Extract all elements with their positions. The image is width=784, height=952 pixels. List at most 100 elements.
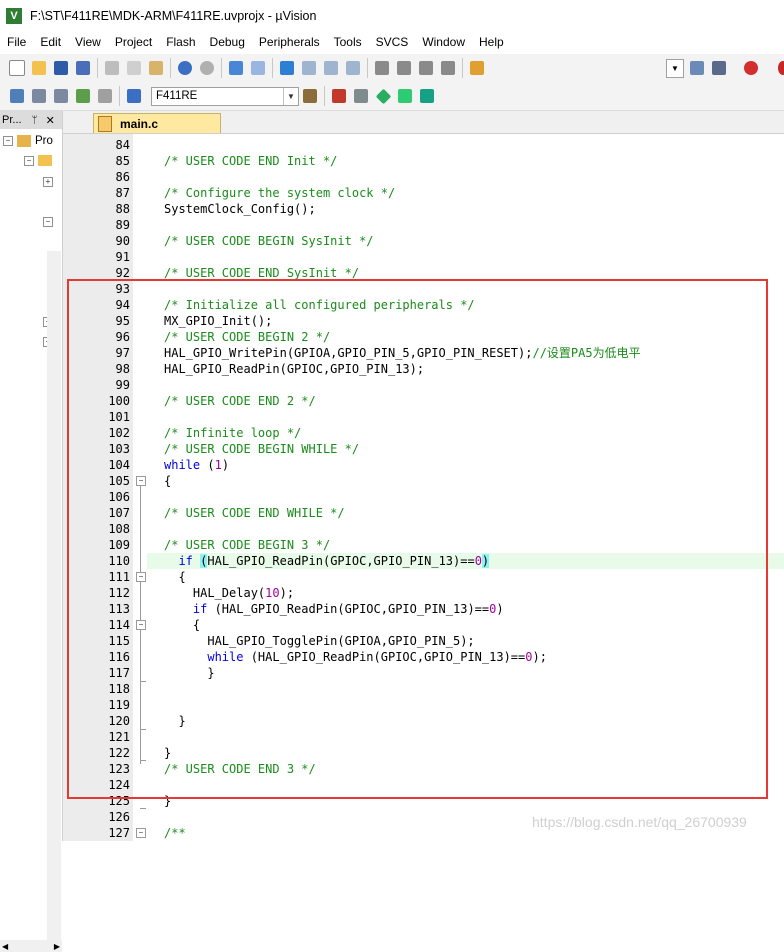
menu-flash[interactable]: Flash [159,35,202,49]
file-extensions-button[interactable] [352,87,370,105]
navigate-back-button[interactable] [227,59,245,77]
debug-session-button[interactable] [742,59,760,77]
window-title: F:\ST\F411RE\MDK-ARM\F411RE.uvprojx - µV… [30,9,317,23]
c-file-icon [98,115,112,132]
paste-icon [149,61,163,75]
code-line[interactable]: 88 SystemClock_Config(); [0,201,784,217]
pack-icon [420,89,434,103]
copy-button[interactable] [125,59,143,77]
unindent-button[interactable] [395,59,413,77]
menu-edit[interactable]: Edit [33,35,68,49]
target-options-button[interactable] [301,87,319,105]
manage-rte-button[interactable] [374,87,392,105]
new-file-icon [9,60,25,76]
green-diamond-icon [375,88,391,104]
save-all-button[interactable] [74,59,92,77]
find-icon [690,61,704,75]
menu-help[interactable]: Help [472,35,511,49]
code-line[interactable]: 85 /* USER CODE END Init */ [0,153,784,169]
code-text: /* Configure the system clock */ [164,186,396,200]
translate-button[interactable] [8,87,26,105]
menu-tools[interactable]: Tools [327,35,369,49]
watermark: https://blog.csdn.net/qq_26700939 [532,814,747,830]
clear-bookmarks-button[interactable] [344,59,362,77]
download-button[interactable] [125,87,143,105]
scroll-right-icon[interactable]: ▶ [54,942,60,951]
stop-build-button[interactable] [96,87,114,105]
prev-bookmark-button[interactable] [300,59,318,77]
unindent-icon [397,61,411,75]
copy-icon [127,61,141,75]
arrow-left-icon [229,61,243,75]
pin-icon[interactable]: ᛘ [32,115,38,126]
project-pane-hscrollbar[interactable]: ◀ ▶ [0,940,62,952]
menu-file[interactable]: File [0,35,33,49]
close-icon[interactable]: ✕ [46,114,55,127]
manage-project-items-button[interactable] [330,87,348,105]
undo-icon [178,61,192,75]
load-icon [127,89,141,103]
fold-collapse-icon[interactable]: − [136,828,146,838]
incremental-find-icon [712,61,726,75]
code-line[interactable]: 84 [0,137,784,153]
translate-icon [10,89,24,103]
line-number: 126 [108,810,130,824]
code-line[interactable]: 86 [0,169,784,185]
find-button[interactable] [688,59,706,77]
new-file-button[interactable] [8,59,26,77]
build-icon [32,89,46,103]
line-number: 88 [115,202,130,216]
code-line[interactable]: 87 /* Configure the system clock */ [0,185,784,201]
menu-view[interactable]: View [68,35,108,49]
line-number: 91 [115,250,130,264]
bookmark-button[interactable] [278,59,296,77]
menu-project[interactable]: Project [108,35,159,49]
flag-next-icon [324,61,338,75]
line-number: 89 [115,218,130,232]
save-icon [54,61,68,75]
redo-button[interactable] [198,59,216,77]
breakpoint-button[interactable] [774,59,784,77]
pack-installer-button[interactable] [418,87,436,105]
code-line[interactable]: 90 /* USER CODE BEGIN SysInit */ [0,233,784,249]
build-button[interactable] [30,87,48,105]
code-line[interactable]: 91 [0,249,784,265]
code-text: /* USER CODE BEGIN SysInit */ [164,234,374,248]
find-dropdown[interactable]: ▼ [666,59,684,78]
rebuild-icon [54,89,68,103]
next-bookmark-button[interactable] [322,59,340,77]
navigate-forward-button[interactable] [249,59,267,77]
menu-svcs[interactable]: SVCS [369,35,416,49]
folder-icon [32,61,46,75]
scroll-left-icon[interactable]: ◀ [2,942,8,951]
uvision-logo-icon: V [6,8,22,24]
incremental-find-button[interactable] [710,59,728,77]
menu-peripherals[interactable]: Peripherals [252,35,327,49]
rebuild-button[interactable] [52,87,70,105]
find-in-files-button[interactable] [468,59,486,77]
paste-button[interactable] [147,59,165,77]
code-line[interactable]: 89 [0,217,784,233]
target-select-value: F411RE [156,90,198,102]
save-button[interactable] [52,59,70,77]
fold-end-mark [140,808,146,809]
menu-debug[interactable]: Debug [203,35,252,49]
select-software-packs-button[interactable] [396,87,414,105]
cut-button[interactable] [103,59,121,77]
line-number: 84 [115,138,130,152]
undo-button[interactable] [176,59,194,77]
menu-window[interactable]: Window [415,35,472,49]
line-number: 90 [115,234,130,248]
comment-button[interactable] [417,59,435,77]
line-number: 86 [115,170,130,184]
line-number: 127 [108,826,130,840]
scissors-icon [105,61,119,75]
open-file-button[interactable] [30,59,48,77]
project-items-icon [332,89,346,103]
indent-button[interactable] [373,59,391,77]
batch-build-button[interactable] [74,87,92,105]
file-toolbar: ▼ [0,54,784,83]
target-select[interactable]: F411RE ▼ [151,86,299,106]
uncomment-button[interactable] [439,59,457,77]
tab-main-c[interactable]: main.c [93,113,221,133]
